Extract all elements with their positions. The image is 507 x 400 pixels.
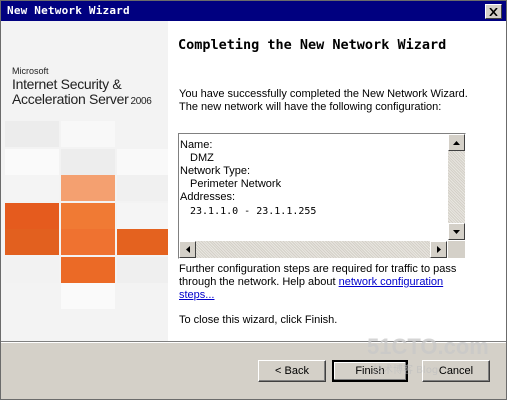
wizard-main-pane: Completing the New Network Wizard You ha… xyxy=(168,21,506,341)
further-steps-line3: steps... xyxy=(179,289,214,302)
brand-product-line2: Acceleration Server xyxy=(12,91,129,107)
arrow-down-icon xyxy=(453,229,460,234)
tile xyxy=(61,203,115,229)
page-title: Completing the New Network Wizard xyxy=(178,37,447,53)
tile xyxy=(5,203,59,229)
tile xyxy=(117,175,168,201)
close-x-icon xyxy=(489,7,498,16)
config-addresses-value: 23.1.1.0 - 23.1.1.255 xyxy=(190,206,317,217)
scrollbar-corner xyxy=(448,241,465,258)
arrow-right-icon xyxy=(436,246,441,253)
back-button-label: < Back xyxy=(275,365,309,377)
wizard-window: New Network Wizard Microsoft Internet Se… xyxy=(0,0,507,400)
close-button[interactable] xyxy=(485,4,502,19)
tile xyxy=(117,257,168,283)
scroll-right-button[interactable] xyxy=(430,241,447,258)
footer-divider xyxy=(1,341,506,343)
tile xyxy=(5,149,59,175)
tile xyxy=(117,149,168,175)
wizard-content: Microsoft Internet Security & Accelerati… xyxy=(1,21,506,341)
tile xyxy=(61,149,115,175)
network-config-help-link-cont[interactable]: steps... xyxy=(179,289,214,301)
close-instruction: To close this wizard, click Finish. xyxy=(179,314,338,326)
configuration-text: Name: DMZ Network Type: Perimeter Networ… xyxy=(179,134,447,240)
finish-button[interactable]: Finish xyxy=(332,360,408,382)
tile xyxy=(61,121,115,147)
brand-company: Microsoft xyxy=(12,66,49,76)
scroll-down-button[interactable] xyxy=(448,223,465,240)
scroll-left-button[interactable] xyxy=(179,241,196,258)
cancel-button-label: Cancel xyxy=(438,365,474,377)
tile xyxy=(117,203,168,229)
tile xyxy=(5,229,59,255)
brand-side-panel: Microsoft Internet Security & Accelerati… xyxy=(1,21,168,341)
brand-product-line1: Internet Security & xyxy=(12,76,122,92)
further-steps-line2: through the network. Help about network … xyxy=(179,276,443,289)
tile xyxy=(61,175,115,201)
brand-product-line2-wrap: Acceleration Server 2006 xyxy=(12,91,152,107)
back-button[interactable]: < Back xyxy=(258,360,326,382)
arrow-up-icon xyxy=(453,140,460,145)
config-addresses-label: Addresses: xyxy=(180,191,236,203)
brand-year: 2006 xyxy=(130,96,152,107)
config-type-label: Network Type: xyxy=(180,165,251,177)
tile xyxy=(61,283,115,309)
arrow-left-icon xyxy=(185,246,190,253)
tile xyxy=(61,229,115,255)
further-steps-line1: Further configuration steps are required… xyxy=(179,263,457,275)
window-title: New Network Wizard xyxy=(7,4,130,17)
tile xyxy=(5,257,59,283)
tile xyxy=(5,175,59,201)
title-bar[interactable]: New Network Wizard xyxy=(1,1,506,21)
cancel-button[interactable]: Cancel xyxy=(422,360,490,382)
tile xyxy=(5,121,59,147)
finish-button-label: Finish xyxy=(355,365,385,377)
tile xyxy=(117,229,168,255)
config-name-label: Name: xyxy=(180,139,213,151)
network-config-help-link[interactable]: network configuration xyxy=(339,276,444,288)
vertical-scrollbar[interactable] xyxy=(448,134,465,240)
horizontal-scrollbar[interactable] xyxy=(179,241,447,258)
configuration-summary-box[interactable]: Name: DMZ Network Type: Perimeter Networ… xyxy=(178,133,466,259)
intro-line1: You have successfully completed the New … xyxy=(179,88,468,100)
intro-line2: The new network will have the following … xyxy=(179,101,442,113)
scroll-up-button[interactable] xyxy=(448,134,465,151)
tile xyxy=(61,257,115,283)
further-steps-text: through the network. Help about xyxy=(179,276,339,288)
config-type-value: Perimeter Network xyxy=(190,178,282,190)
config-name-value: DMZ xyxy=(190,152,214,164)
